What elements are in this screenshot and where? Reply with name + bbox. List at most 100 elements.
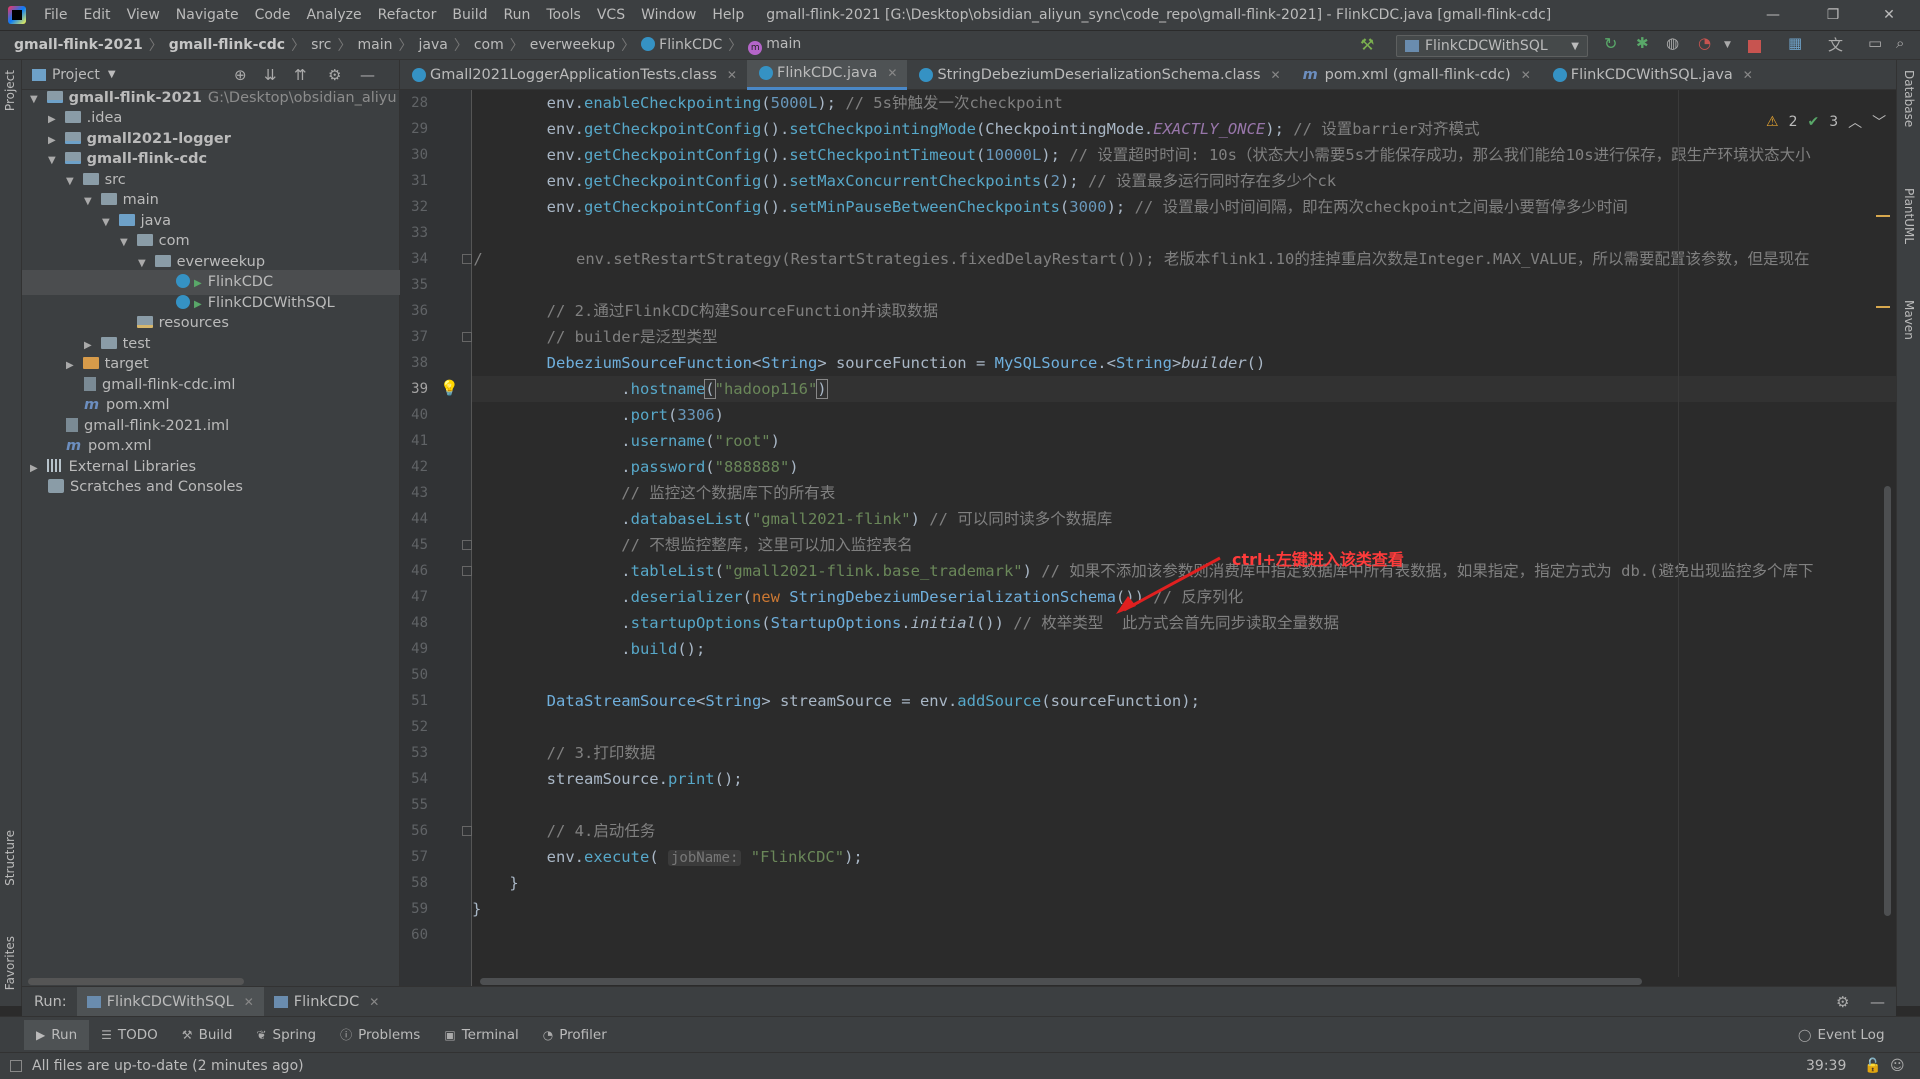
- structure-tool-tab[interactable]: Structure: [3, 830, 17, 886]
- status-toggle-icon[interactable]: [10, 1060, 22, 1072]
- rerun-icon[interactable]: ↻: [1604, 34, 1620, 53]
- menu-tools[interactable]: Tools: [538, 0, 589, 30]
- breadcrumb-method[interactable]: m main: [744, 36, 805, 55]
- build-hammer-icon[interactable]: ⚒: [1360, 35, 1376, 54]
- tab-string-debezium-schema[interactable]: StringDebeziumDeserializationSchema.clas…: [907, 60, 1290, 90]
- tool-tab-profiler[interactable]: ◔ Profiler: [531, 1027, 619, 1043]
- tool-tab-todo[interactable]: ☰ TODO: [89, 1027, 170, 1043]
- code-editor[interactable]: env.enableCheckpointing(5000L); // 5s钟触发…: [472, 90, 1896, 986]
- coverage-icon[interactable]: ◍: [1666, 34, 1682, 52]
- hide-panel-icon[interactable]: —: [1870, 993, 1885, 1011]
- gear-icon[interactable]: ⚙: [328, 66, 341, 84]
- menu-view[interactable]: View: [119, 0, 168, 30]
- close-icon[interactable]: ✕: [1866, 0, 1912, 30]
- lock-icon[interactable]: 🔓: [1864, 1058, 1881, 1074]
- tab-pom-xml[interactable]: m pom.xml (gmall-flink-cdc) ✕: [1291, 60, 1541, 90]
- fold-marker-icon[interactable]: [462, 566, 472, 576]
- fold-marker-icon[interactable]: [462, 254, 472, 264]
- breadcrumb-everweekup[interactable]: everweekup: [526, 37, 619, 53]
- breadcrumb-module[interactable]: gmall-flink-cdc: [165, 37, 289, 53]
- tool-tab-spring[interactable]: ❦ Spring: [244, 1027, 328, 1043]
- collapse-all-icon[interactable]: ⇈: [294, 66, 307, 84]
- chevron-up-icon[interactable]: ︿: [1848, 112, 1862, 132]
- plantuml-tool-tab[interactable]: PlantUML: [1902, 188, 1916, 244]
- minimize-icon[interactable]: —: [1750, 0, 1796, 30]
- more-run-chevron-icon[interactable]: ▼: [1724, 40, 1740, 56]
- breadcrumb-class[interactable]: FlinkCDC: [637, 37, 726, 53]
- project-structure-icon[interactable]: ▦: [1788, 34, 1804, 52]
- error-stripe-mark[interactable]: [1876, 306, 1890, 308]
- translate-icon[interactable]: 文: [1828, 34, 1844, 54]
- editor-horizontal-scrollbar[interactable]: [472, 977, 1896, 986]
- menu-build[interactable]: Build: [444, 0, 495, 30]
- menu-refactor[interactable]: Refactor: [370, 0, 445, 30]
- terminal-window-icon[interactable]: ▭: [1868, 34, 1884, 52]
- tree-item-scratches[interactable]: Scratches and Consoles: [22, 475, 400, 500]
- close-tab-icon[interactable]: ✕: [1743, 68, 1753, 82]
- menu-edit[interactable]: Edit: [75, 0, 118, 30]
- tool-tab-build[interactable]: ⚒ Build: [170, 1027, 245, 1043]
- project-horizontal-scrollbar[interactable]: [28, 978, 244, 985]
- tab-gmall2021-logger-tests[interactable]: Gmall2021LoggerApplicationTests.class ✕: [400, 60, 747, 90]
- close-tab-icon[interactable]: ✕: [244, 995, 254, 1009]
- tab-label: StringDebeziumDeserializationSchema.clas…: [937, 66, 1261, 83]
- favorites-tool-tab[interactable]: Favorites: [3, 936, 17, 990]
- breadcrumb-main[interactable]: main: [354, 37, 397, 53]
- breadcrumb-java[interactable]: java: [415, 37, 452, 53]
- menu-file[interactable]: File: [36, 0, 75, 30]
- close-tab-icon[interactable]: ✕: [1271, 68, 1281, 82]
- fold-marker-icon[interactable]: [462, 540, 472, 550]
- menu-code[interactable]: Code: [247, 0, 299, 30]
- editor-vertical-scroll-thumb[interactable]: [1884, 486, 1891, 916]
- intention-bulb-icon[interactable]: 💡: [440, 379, 459, 397]
- fold-marker-icon[interactable]: [462, 826, 472, 836]
- gear-icon[interactable]: ⚙: [1836, 993, 1849, 1011]
- tab-flinkcdcwithsql-java[interactable]: FlinkCDCWithSQL.java ✕: [1541, 60, 1763, 90]
- caret-position[interactable]: 39:39: [1806, 1058, 1846, 1074]
- menu-analyze[interactable]: Analyze: [298, 0, 369, 30]
- locate-file-icon[interactable]: ⊕: [234, 66, 247, 84]
- menu-vcs[interactable]: VCS: [589, 0, 633, 30]
- search-icon[interactable]: ⌕: [1896, 34, 1912, 52]
- tool-tab-terminal[interactable]: ▣ Terminal: [432, 1027, 530, 1043]
- close-tab-icon[interactable]: ✕: [887, 66, 897, 80]
- maven-tool-tab[interactable]: Maven: [1902, 300, 1916, 340]
- chevron-down-icon[interactable]: ▼: [108, 69, 116, 80]
- terminal-icon: ▣: [444, 1027, 456, 1042]
- breadcrumb-src[interactable]: src: [307, 37, 335, 53]
- profile-icon[interactable]: ◔: [1698, 34, 1714, 52]
- database-tool-tab[interactable]: Database: [1902, 70, 1916, 127]
- notifications-icon[interactable]: ☺: [1890, 1058, 1905, 1074]
- project-tool-tab[interactable]: Project: [3, 70, 17, 111]
- close-tab-icon[interactable]: ✕: [727, 68, 737, 82]
- error-stripe-mark[interactable]: [1876, 215, 1890, 217]
- breadcrumb-project[interactable]: gmall-flink-2021: [10, 37, 147, 53]
- hide-panel-icon[interactable]: —: [360, 66, 375, 84]
- stop-icon[interactable]: [1748, 40, 1761, 53]
- tab-flinkcdc-java[interactable]: FlinkCDC.java ✕: [746, 59, 908, 90]
- project-view-label[interactable]: Project: [52, 67, 100, 83]
- debug-icon[interactable]: ✱: [1636, 34, 1652, 52]
- chevron-down-icon[interactable]: ﹀: [1872, 112, 1886, 132]
- close-tab-icon[interactable]: ✕: [369, 995, 379, 1009]
- run-tab-flinkcdcwithsql[interactable]: FlinkCDCWithSQL ✕: [76, 986, 264, 1017]
- restore-icon[interactable]: ❐: [1810, 0, 1856, 30]
- event-log-tab[interactable]: ◯ Event Log: [1786, 1027, 1897, 1043]
- tool-tab-run[interactable]: ▶ Run: [24, 1019, 90, 1050]
- fold-marker-icon[interactable]: [462, 332, 472, 342]
- breadcrumb-class-label: FlinkCDC: [659, 37, 723, 53]
- ok-count: 3: [1829, 114, 1839, 130]
- breadcrumb-com[interactable]: com: [470, 37, 508, 53]
- menu-help[interactable]: Help: [704, 0, 752, 30]
- menu-window[interactable]: Window: [633, 0, 704, 30]
- inspection-widget[interactable]: ⚠ 2 ✔ 3 ︿ ﹀: [1766, 112, 1886, 132]
- close-tab-icon[interactable]: ✕: [1521, 68, 1531, 82]
- menu-run[interactable]: Run: [496, 0, 539, 30]
- tool-tab-problems[interactable]: ⓘ Problems: [328, 1026, 432, 1043]
- horizontal-scroll-thumb[interactable]: [480, 978, 1642, 985]
- menu-navigate[interactable]: Navigate: [168, 0, 247, 30]
- code-line-28: env.enableCheckpointing(5000L); // 5s钟触发…: [472, 94, 1063, 112]
- expand-all-icon[interactable]: ⇊: [264, 66, 277, 84]
- run-configuration-select[interactable]: FlinkCDCWithSQL ▼: [1396, 35, 1588, 57]
- run-tab-flinkcdc[interactable]: FlinkCDC ✕: [264, 987, 389, 1017]
